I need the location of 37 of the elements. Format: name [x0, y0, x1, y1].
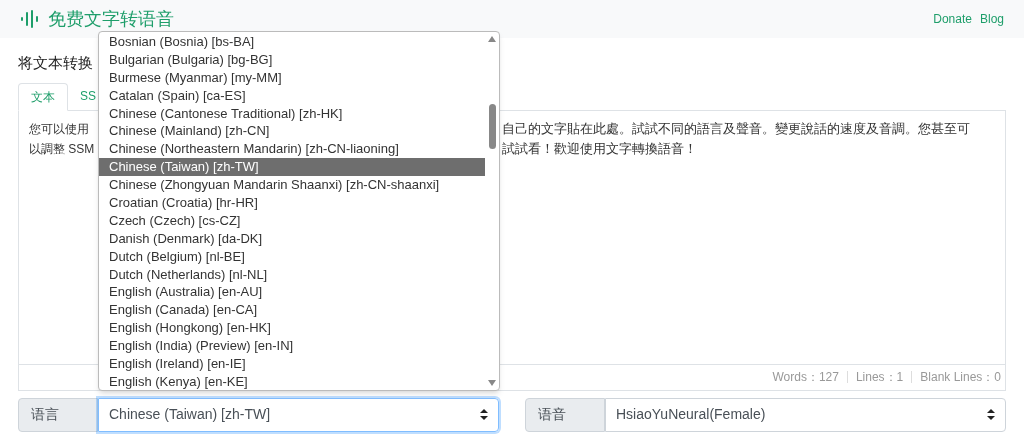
scroll-down-icon[interactable] — [488, 380, 496, 386]
dropdown-option[interactable]: Chinese (Northeastern Mandarin) [zh-CN-liaoning] — [99, 140, 485, 159]
dropdown-option[interactable]: English (Australia) [en-AU] — [99, 283, 485, 302]
dropdown-option[interactable]: Catalan (Spain) [ca-ES] — [99, 86, 485, 105]
dropdown-option[interactable]: Chinese (Mainland) [zh-CN] — [99, 122, 485, 141]
field-label: 语言 — [18, 397, 98, 432]
dropdown-option[interactable]: English (Canada) [en-CA] — [99, 301, 485, 320]
select-field[interactable]: Chinese (Taiwan) [zh-TW] — [98, 397, 499, 432]
scroll-thumb[interactable] — [488, 104, 496, 149]
dropdown-option[interactable]: Danish (Denmark) [da-DK] — [99, 229, 485, 248]
dropdown-option[interactable]: English (Hongkong) [en-HK] — [99, 319, 485, 338]
editor-text: 試試看！歡迎使用文字轉換語音！ — [502, 139, 697, 158]
dropdown-option[interactable]: Chinese (Taiwan) [zh-TW] — [99, 158, 485, 177]
dropdown-option[interactable]: English (India) (Preview) [en-IN] — [99, 337, 485, 356]
tab[interactable]: 文本 — [18, 82, 68, 111]
dropdown-option[interactable]: Dutch (Belgium) [nl-BE] — [99, 247, 485, 266]
field-label: 语音 — [525, 397, 605, 432]
scroll-up-icon[interactable] — [488, 36, 496, 42]
editor-text: 自己的文字貼在此處。試試不同的語言及聲音。變更說話的速度及音調。您甚至可 — [502, 119, 970, 138]
sort-icon — [987, 409, 995, 420]
stat-text: Blank Lines：0 — [920, 369, 1001, 386]
stat-text: Lines：1 — [855, 369, 904, 386]
dropdown-option[interactable]: English (Kenya) [en-KE] — [99, 372, 485, 391]
stat-text: Words：127 — [772, 369, 839, 386]
dropdown-option[interactable]: Burmese (Myanmar) [my-MM] — [99, 68, 485, 87]
dropdown-option[interactable]: Czech (Czech) [cs-CZ] — [99, 211, 485, 230]
editor-text: 以調整 SSM — [29, 141, 95, 156]
dropdown-option[interactable]: Dutch (Netherlands) [nl-NL] — [99, 265, 485, 284]
dropdown-option[interactable]: Bulgarian (Bulgaria) [bg-BG] — [99, 50, 485, 69]
dropdown-option[interactable]: Chinese (Zhongyuan Mandarin Shaanxi) [zh-CN-shaanxi] — [99, 176, 485, 194]
dropdown-option[interactable]: Bosnian (Bosnia) [bs-BA] — [99, 33, 485, 51]
sort-icon — [480, 409, 488, 420]
dropdown-option[interactable]: Croatian (Croatia) [hr-HR] — [99, 194, 485, 212]
editor-text: 您可以使用 — [29, 121, 89, 136]
page-heading: 将文本转换 — [18, 53, 93, 73]
sound-wave-icon — [20, 9, 40, 29]
select-field[interactable]: HsiaoYuNeural(Female) — [605, 397, 1006, 432]
